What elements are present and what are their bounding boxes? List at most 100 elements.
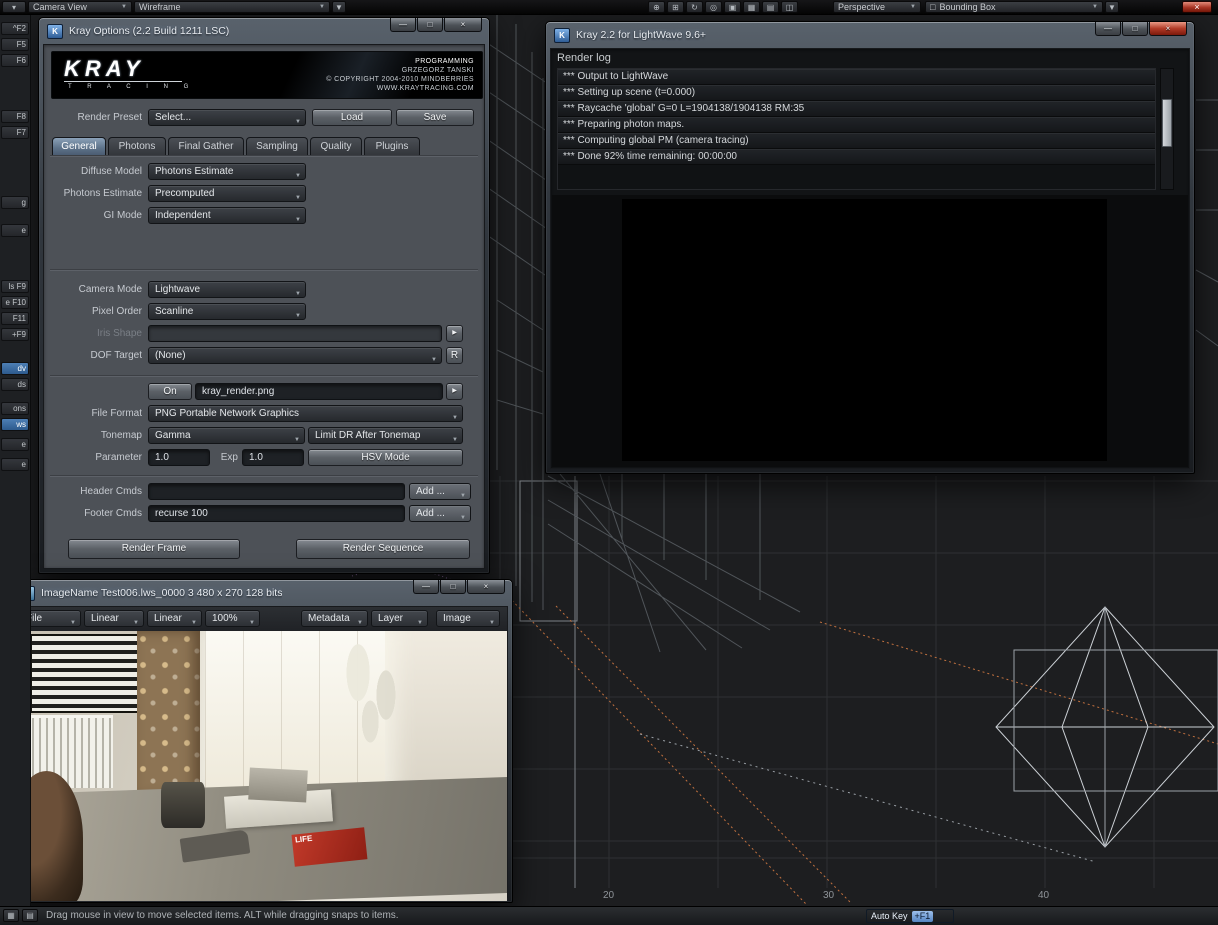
sidebar-item[interactable]: F11 <box>1 312 29 325</box>
grid-snap-icon[interactable]: ▦ <box>3 909 19 922</box>
sidebar-item[interactable]: dv <box>1 362 29 375</box>
close-button[interactable]: × <box>467 580 505 594</box>
camera-icon[interactable]: ▣ <box>724 1 741 13</box>
sidebar-item[interactable]: ds <box>1 378 29 391</box>
sidebar-item[interactable]: F6 <box>1 54 29 67</box>
kray-render-body: Render log *** Output to LightWave *** S… <box>550 48 1190 469</box>
dof-target-select[interactable]: (None) ▼ <box>148 347 442 364</box>
minimize-button[interactable]: — <box>1095 22 1121 36</box>
log-scrollbar[interactable] <box>1160 68 1174 190</box>
camera-mode-select[interactable]: Lightwave ▼ <box>148 281 306 298</box>
limit-dr-select[interactable]: Limit DR After Tonemap ▼ <box>308 427 463 444</box>
output-on-button[interactable]: On <box>148 383 192 400</box>
image-dropdown[interactable]: Image ▼ <box>436 610 500 627</box>
dof-refresh-button[interactable]: R <box>446 347 463 364</box>
footer-cmds-field[interactable]: recurse 100 <box>148 505 405 522</box>
camera-view-dropdown[interactable]: Camera View ▼ <box>28 1 132 13</box>
sidebar-item[interactable]: ws <box>1 418 29 431</box>
exp-field[interactable]: 1.0 <box>242 449 304 466</box>
auto-key-button[interactable]: Auto Key +F1 <box>866 909 954 923</box>
tab-sampling[interactable]: Sampling <box>246 137 308 155</box>
viewport-menu-icon[interactable]: ▾ <box>2 1 26 13</box>
colorspace-dropdown[interactable]: Linear ▼ <box>84 610 144 627</box>
sidebar-item[interactable]: e F10 <box>1 296 29 309</box>
render-preset-select[interactable]: Select... ▼ <box>148 109 306 126</box>
zoom-icon[interactable]: ◎ <box>705 1 722 13</box>
image-blinds <box>30 634 141 714</box>
output-file-browse-button[interactable]: ▶ <box>446 383 463 400</box>
sidebar-item[interactable]: g <box>1 196 29 209</box>
render-log-label: Render log <box>557 52 611 64</box>
file-format-select[interactable]: PNG Portable Network Graphics ▼ <box>148 405 463 422</box>
header-add-dropdown[interactable]: Add ... ▼ <box>409 483 471 500</box>
maximize-button[interactable]: □ <box>417 18 443 32</box>
colorspace-dropdown-2[interactable]: Linear ▼ <box>147 610 202 627</box>
sidebar-item[interactable]: ^F2 <box>1 22 29 35</box>
sidebar-item[interactable]: F8 <box>1 110 29 123</box>
close-button[interactable]: × <box>1149 22 1187 36</box>
tab-plugins[interactable]: Plugins <box>364 137 420 155</box>
kray-logo: KRAY <box>64 56 145 82</box>
sidebar-item[interactable]: F7 <box>1 126 29 139</box>
tab-general[interactable]: General <box>52 137 106 155</box>
sidebar-item[interactable]: +F9 <box>1 328 29 341</box>
maximize-button[interactable]: □ <box>440 580 466 594</box>
sidebar-item[interactable]: ons <box>1 402 29 415</box>
render-frame-button[interactable]: Render Frame <box>68 539 240 559</box>
grid-icon[interactable]: ⊞ <box>667 1 684 13</box>
tonemap-select[interactable]: Gamma ▼ <box>148 427 305 444</box>
chevron-down-icon: ▼ <box>295 287 301 298</box>
photons-estimate-select[interactable]: Precomputed ▼ <box>148 185 306 202</box>
chevron-down-icon: ▼ <box>1108 3 1116 12</box>
save-button[interactable]: Save <box>396 109 474 126</box>
render-log-list[interactable]: *** Output to LightWave *** Setting up s… <box>557 68 1156 190</box>
rotate-view-icon[interactable]: ↻ <box>686 1 703 13</box>
sidebar-item[interactable]: ls F9 <box>1 280 29 293</box>
render-mode-dropdown[interactable]: Wireframe ▼ <box>134 1 330 13</box>
minimize-button[interactable]: — <box>390 18 416 32</box>
axis-label-40: 40 <box>1038 890 1049 901</box>
scrollbar-thumb[interactable] <box>1162 99 1172 147</box>
split-view-icon[interactable]: ◫ <box>781 1 798 13</box>
pan-icon[interactable]: ⊕ <box>648 1 665 13</box>
display-options-icon[interactable]: ▼ <box>1105 1 1119 13</box>
maximize-button[interactable]: □ <box>1122 22 1148 36</box>
diffuse-model-select[interactable]: Photons Estimate ▼ <box>148 163 306 180</box>
pattern-icon[interactable]: ▦ <box>743 1 760 13</box>
tab-final-gather[interactable]: Final Gather <box>168 137 244 155</box>
load-button[interactable]: Load <box>312 109 392 126</box>
top-toolbar: ▾ Camera View ▼ Wireframe ▼ ▼ ⊕ ⊞ ↻ ◎ ▣ … <box>0 0 1218 15</box>
sidebar-item[interactable]: F5 <box>1 38 29 51</box>
close-button[interactable]: × <box>444 18 482 32</box>
iris-shape-expand-button[interactable]: ▶ <box>446 325 463 342</box>
log-row: *** Output to LightWave <box>558 69 1155 85</box>
gi-mode-select[interactable]: Independent ▼ <box>148 207 306 224</box>
tab-photons[interactable]: Photons <box>108 137 166 155</box>
minimize-button[interactable]: — <box>413 580 439 594</box>
hsv-mode-button[interactable]: HSV Mode <box>308 449 463 466</box>
app-close-button[interactable]: × <box>1182 1 1212 13</box>
minimize-icon: — <box>1104 24 1112 33</box>
output-filename-field[interactable]: kray_render.png <box>195 383 443 400</box>
sidebar-item[interactable]: e <box>1 438 29 451</box>
chevron-down-icon: ▼ <box>294 433 300 444</box>
pixel-order-select[interactable]: Scanline ▼ <box>148 303 306 320</box>
perspective-dropdown[interactable]: Perspective ▼ <box>833 1 921 13</box>
zoom-dropdown[interactable]: 100% ▼ <box>205 610 260 627</box>
sidebar-item[interactable]: e <box>1 458 29 471</box>
viewport-options-icon[interactable]: ▼ <box>332 1 346 13</box>
parameter-field[interactable]: 1.0 <box>148 449 210 466</box>
bounding-box-dropdown[interactable]: □ Bounding Box ▼ <box>925 1 1103 13</box>
header-cmds-field[interactable] <box>148 483 405 500</box>
render-sequence-button[interactable]: Render Sequence <box>296 539 470 559</box>
metadata-dropdown[interactable]: Metadata ▼ <box>301 610 368 627</box>
diffuse-model-label: Diffuse Model <box>44 163 142 180</box>
sidebar-item[interactable]: e <box>1 224 29 237</box>
layer-dropdown[interactable]: Layer ▼ <box>371 610 428 627</box>
footer-add-dropdown[interactable]: Add ... ▼ <box>409 505 471 522</box>
dof-target-label: DOF Target <box>44 347 142 364</box>
tab-quality[interactable]: Quality <box>310 137 362 155</box>
edit-mode-icon[interactable]: ▤ <box>22 909 38 922</box>
chevron-down-icon: ▼ <box>295 213 301 224</box>
layers-icon[interactable]: ▤ <box>762 1 779 13</box>
